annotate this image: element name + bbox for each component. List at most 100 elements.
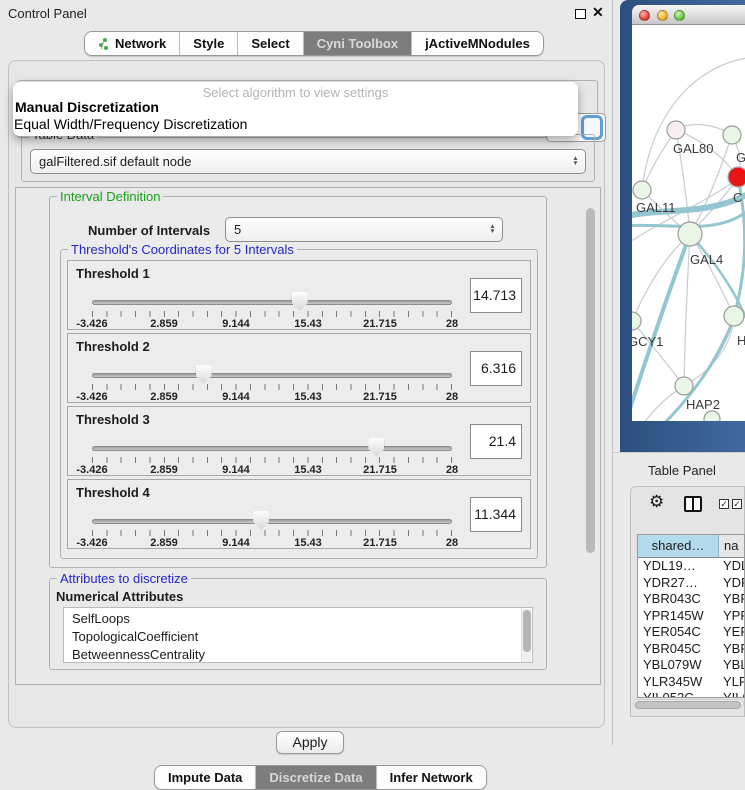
close-icon[interactable]: ✕ bbox=[592, 4, 604, 21]
panel-title: Control Panel bbox=[8, 6, 87, 21]
cell[interactable]: YBL0 bbox=[719, 657, 744, 674]
threshold-3-slider[interactable]: -3.426 2.859 9.144 15.43 21.715 28 bbox=[92, 433, 452, 473]
algorithm-dropdown-popup: Select algorithm to view settings Manual… bbox=[13, 82, 578, 136]
slider-ticks bbox=[92, 384, 452, 390]
vertical-scrollbar[interactable] bbox=[586, 208, 595, 553]
table-data-combobox[interactable]: galFiltered.sif default node ▲▼ bbox=[30, 149, 586, 174]
node-gal4[interactable] bbox=[678, 222, 702, 246]
float-icon[interactable] bbox=[575, 9, 586, 19]
cell[interactable]: YIL052C bbox=[638, 690, 719, 698]
close-traffic-light[interactable] bbox=[639, 10, 650, 21]
cell[interactable]: YDR27… bbox=[638, 575, 719, 592]
node-ga[interactable] bbox=[723, 126, 741, 144]
slider-thumb[interactable] bbox=[253, 511, 269, 530]
cell[interactable]: YBR043C bbox=[638, 591, 719, 608]
dropdown-option-manual-discretization[interactable]: Manual Discretization bbox=[13, 99, 578, 116]
list-item[interactable]: TopologicalCoefficient bbox=[72, 628, 532, 646]
network-graph: GAL80 GA C GAL11 GAL4 GCY1 H HAP2 bbox=[632, 25, 745, 421]
checkbox-icon-2[interactable]: ✓ bbox=[732, 499, 742, 509]
table-row[interactable]: YBR045CYBR0 bbox=[638, 641, 744, 658]
table-row[interactable]: YPR145WYPR1 bbox=[638, 608, 744, 625]
threshold-2-slider[interactable]: -3.426 2.859 9.144 15.43 21.715 28 bbox=[92, 360, 452, 400]
column-header-shared-name[interactable]: shared… bbox=[638, 535, 719, 557]
cell[interactable]: YDL19… bbox=[638, 558, 719, 575]
table-data-group: Table Data galFiltered.sif default node … bbox=[21, 134, 595, 182]
network-window-titlebar[interactable] bbox=[632, 5, 745, 25]
slider-thumb[interactable] bbox=[292, 292, 308, 311]
node-partial-bottom[interactable] bbox=[704, 411, 720, 421]
threshold-2-card: Threshold 2 -3.426 2.859 9.144 15.43 21.… bbox=[67, 333, 531, 403]
threshold-3-value-field[interactable]: 21.4 bbox=[470, 424, 522, 459]
table-header-row: shared… na bbox=[638, 535, 744, 558]
thresholds-group-label: Threshold's Coordinates for 5 Intervals bbox=[68, 242, 297, 257]
cell[interactable]: YBR045C bbox=[638, 641, 719, 658]
cell[interactable]: YBL079W bbox=[638, 657, 719, 674]
dropdown-placeholder-item[interactable]: Select algorithm to view settings bbox=[13, 82, 578, 99]
tick-label: -3.426 bbox=[76, 464, 107, 476]
cell[interactable]: YLR345W bbox=[638, 674, 719, 691]
cell[interactable]: YLR3 bbox=[719, 674, 744, 691]
tick-label: 9.144 bbox=[222, 537, 250, 549]
slider-tick-labels: -3.426 2.859 9.144 15.43 21.715 28 bbox=[92, 391, 452, 403]
table-row[interactable]: YDL19…YDL1 bbox=[638, 558, 744, 575]
cell[interactable]: YDL1 bbox=[719, 558, 744, 575]
cell[interactable]: YER054C bbox=[638, 624, 719, 641]
slider-thumb[interactable] bbox=[196, 365, 212, 384]
threshold-4-slider[interactable]: -3.426 2.859 9.144 15.43 21.715 28 bbox=[92, 506, 452, 546]
cell[interactable]: YDR2 bbox=[719, 575, 744, 592]
node-gal11[interactable] bbox=[633, 181, 651, 199]
threshold-4-value-field[interactable]: 11.344 bbox=[470, 497, 522, 532]
cell[interactable]: YER0 bbox=[719, 624, 744, 641]
gear-icon[interactable]: ⚙ bbox=[649, 492, 664, 512]
table-row[interactable]: YIL052CYIL0 bbox=[638, 690, 744, 698]
table-row[interactable]: YER054CYER0 bbox=[638, 624, 744, 641]
number-of-intervals-combobox[interactable]: 5 ▲▼ bbox=[225, 217, 503, 242]
threshold-4-card: Threshold 4 -3.426 2.859 9.144 15.43 21.… bbox=[67, 479, 531, 549]
zoom-traffic-light[interactable] bbox=[674, 10, 685, 21]
tab-network[interactable]: Network bbox=[85, 32, 180, 55]
slider-thumb[interactable] bbox=[368, 438, 384, 457]
tab-style[interactable]: Style bbox=[180, 32, 238, 55]
minimize-traffic-light[interactable] bbox=[657, 10, 668, 21]
cell[interactable]: YPR1 bbox=[719, 608, 744, 625]
node-label-gal4: GAL4 bbox=[690, 252, 723, 267]
apply-button[interactable]: Apply bbox=[276, 731, 344, 754]
node-gal80[interactable] bbox=[667, 121, 685, 139]
node-hap2[interactable] bbox=[675, 377, 693, 395]
checkbox-icon-1[interactable]: ✓ bbox=[719, 499, 729, 509]
cell[interactable]: YBR0 bbox=[719, 591, 744, 608]
table-row[interactable]: YBL079WYBL0 bbox=[638, 657, 744, 674]
cell[interactable]: YPR145W bbox=[638, 608, 719, 625]
node-red-selected[interactable] bbox=[728, 167, 745, 187]
list-item[interactable]: SelfLoops bbox=[72, 610, 532, 628]
list-item[interactable]: BetweennessCentrality bbox=[72, 646, 532, 663]
cell[interactable]: YBR0 bbox=[719, 641, 744, 658]
tab-cyni-toolbox[interactable]: Cyni Toolbox bbox=[304, 32, 412, 55]
network-canvas[interactable]: GAL80 GA C GAL11 GAL4 GCY1 H HAP2 bbox=[632, 25, 745, 421]
table-row[interactable]: YDR27…YDR2 bbox=[638, 575, 744, 592]
threshold-1-slider[interactable]: -3.426 2.859 9.144 15.43 21.715 28 bbox=[92, 287, 452, 327]
tab-discretize-data[interactable]: Discretize Data bbox=[256, 766, 376, 789]
tab-jactivemnodules[interactable]: jActiveMNodules bbox=[412, 32, 543, 55]
dropdown-option-equal-width[interactable]: Equal Width/Frequency Discretization bbox=[13, 116, 578, 133]
node-h[interactable] bbox=[724, 306, 744, 326]
node-gcy1[interactable] bbox=[632, 312, 641, 330]
slider-tick-labels: -3.426 2.859 9.144 15.43 21.715 28 bbox=[92, 464, 452, 476]
slider-tick-labels: -3.426 2.859 9.144 15.43 21.715 28 bbox=[92, 537, 452, 549]
cell[interactable]: YIL0 bbox=[719, 690, 744, 698]
threshold-2-value-field[interactable]: 6.316 bbox=[470, 351, 522, 386]
numerical-attributes-list[interactable]: SelfLoops TopologicalCoefficient Between… bbox=[63, 607, 533, 663]
column-header-name[interactable]: na bbox=[719, 535, 744, 557]
tick-label: 9.144 bbox=[222, 464, 250, 476]
tab-select[interactable]: Select bbox=[238, 32, 303, 55]
table-row[interactable]: YLR345WYLR3 bbox=[638, 674, 744, 691]
tab-impute-data[interactable]: Impute Data bbox=[155, 766, 256, 789]
column-layout-icon[interactable] bbox=[684, 496, 702, 512]
list-scrollbar[interactable] bbox=[521, 609, 531, 663]
tick-label: 2.859 bbox=[150, 318, 178, 330]
horizontal-scrollbar[interactable] bbox=[633, 699, 744, 708]
tab-infer-network[interactable]: Infer Network bbox=[377, 766, 486, 789]
threshold-1-value-field[interactable]: 14.713 bbox=[470, 278, 522, 313]
table-row[interactable]: YBR043CYBR0 bbox=[638, 591, 744, 608]
threshold-2-label: Threshold 2 bbox=[76, 339, 150, 354]
